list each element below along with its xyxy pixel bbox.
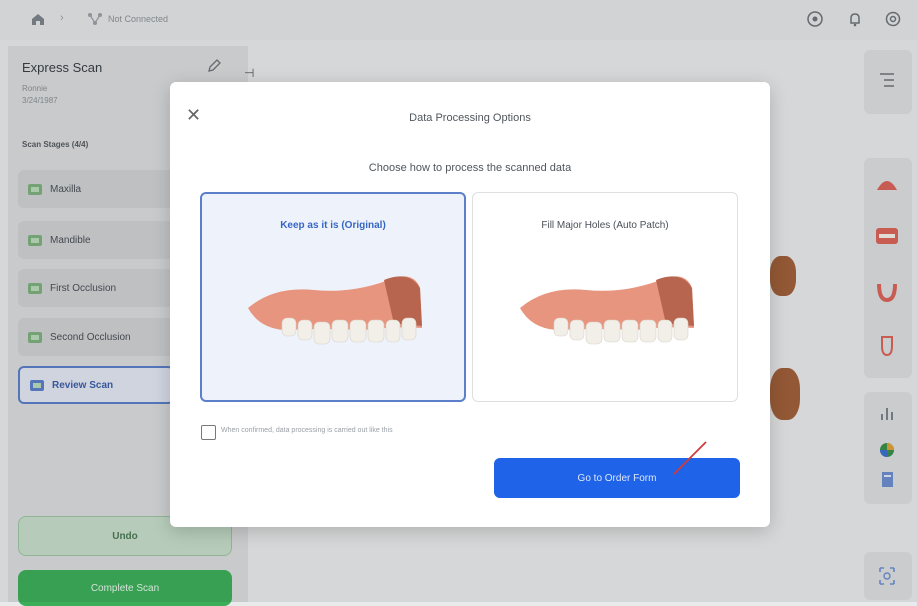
confirm-checkbox[interactable]: [201, 425, 216, 440]
dialog-title: Data Processing Options: [409, 112, 531, 124]
option-label: Fill Major Holes (Auto Patch): [541, 220, 669, 231]
option-label: Keep as it is (Original): [280, 220, 386, 231]
dialog-subtitle: Choose how to process the scanned data: [368, 162, 572, 174]
confirm-checkbox-label: When confirmed, data processing is carri…: [221, 427, 393, 434]
annotation-stroke: [673, 441, 707, 475]
dental-scan-original-image: [248, 276, 422, 345]
dental-scan-patched-image: [520, 276, 694, 345]
